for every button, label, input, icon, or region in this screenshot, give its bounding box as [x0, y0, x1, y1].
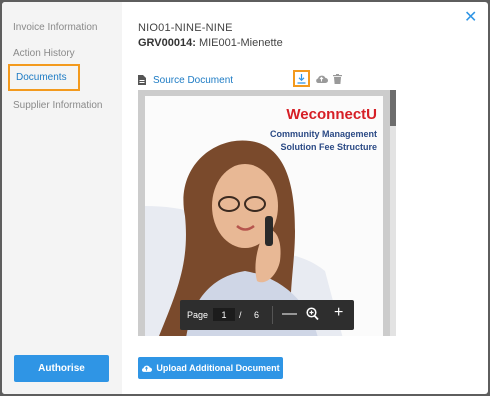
- download-icon: [297, 73, 306, 84]
- page-controls: Page / 6 — +: [180, 300, 354, 330]
- file-icon: [138, 75, 146, 85]
- trash-icon[interactable]: [333, 74, 342, 84]
- page-number-input[interactable]: [213, 308, 235, 321]
- zoom-out-icon[interactable]: —: [282, 306, 297, 322]
- document-modal: Invoice Information Action History Docum…: [2, 2, 488, 394]
- invoice-number: NIO01-NINE-NINE: [138, 22, 233, 34]
- document-toolbar: Source Document: [138, 70, 358, 88]
- download-button[interactable]: [293, 70, 310, 87]
- document-heading-line2: Solution Fee Structure: [280, 142, 377, 152]
- sidebar-item-supplier-information[interactable]: Supplier Information: [13, 100, 103, 111]
- pager-divider: [272, 306, 273, 324]
- grv-code: GRV00014:: [138, 37, 196, 49]
- page-total: 6: [254, 310, 260, 320]
- authorise-button[interactable]: Authorise: [14, 355, 109, 382]
- sidebar-item-documents[interactable]: Documents: [8, 64, 80, 91]
- brand-logo: WeconnectU: [286, 106, 377, 123]
- sidebar-item-action-history[interactable]: Action History: [13, 48, 75, 59]
- document-heading-line1: Community Management: [269, 129, 377, 139]
- page-label: Page: [187, 310, 209, 320]
- upload-additional-document-button[interactable]: Upload Additional Document: [138, 357, 283, 379]
- sidebar-item-invoice-information[interactable]: Invoice Information: [13, 22, 98, 33]
- cloud-upload-icon: [142, 365, 153, 372]
- document-viewer[interactable]: WeconnectU Community Management Solution…: [138, 90, 396, 336]
- cloud-upload-icon[interactable]: [315, 74, 328, 84]
- close-icon[interactable]: ✕: [464, 10, 477, 26]
- page-separator: /: [239, 310, 242, 320]
- scrollbar-thumb[interactable]: [390, 90, 396, 126]
- viewer-scrollbar[interactable]: [390, 90, 396, 336]
- source-document-link[interactable]: Source Document: [153, 75, 233, 86]
- sidebar: Invoice Information Action History Docum…: [2, 2, 122, 394]
- grv-name: MIE001-Mienette: [195, 37, 283, 49]
- plus-icon[interactable]: +: [334, 305, 343, 321]
- zoom-in-icon[interactable]: [306, 307, 319, 321]
- grv-line: GRV00014: MIE001-Mienette: [138, 37, 283, 49]
- upload-button-label: Upload Additional Document: [156, 363, 280, 373]
